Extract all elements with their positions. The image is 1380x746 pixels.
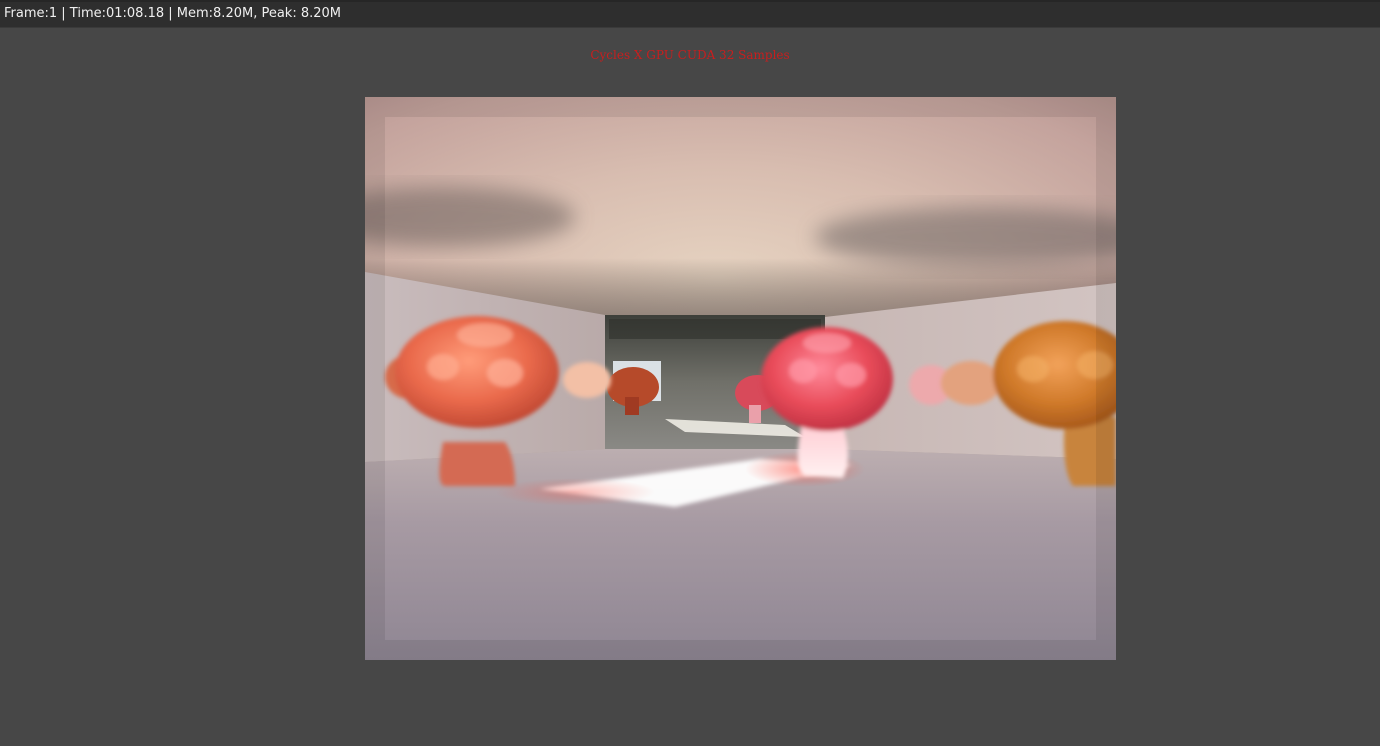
render-status-bar: Frame:1 | Time:01:08.18 | Mem:8.20M, Pea… — [0, 0, 1380, 28]
image-editor-window: Frame:1 | Time:01:08.18 | Mem:8.20M, Pea… — [0, 0, 1380, 746]
render-result-image[interactable] — [365, 97, 1116, 660]
render-status-text: Frame:1 | Time:01:08.18 | Mem:8.20M, Pea… — [4, 6, 342, 21]
render-stamp-text: Cycles X GPU CUDA 32 Samples — [590, 48, 790, 62]
